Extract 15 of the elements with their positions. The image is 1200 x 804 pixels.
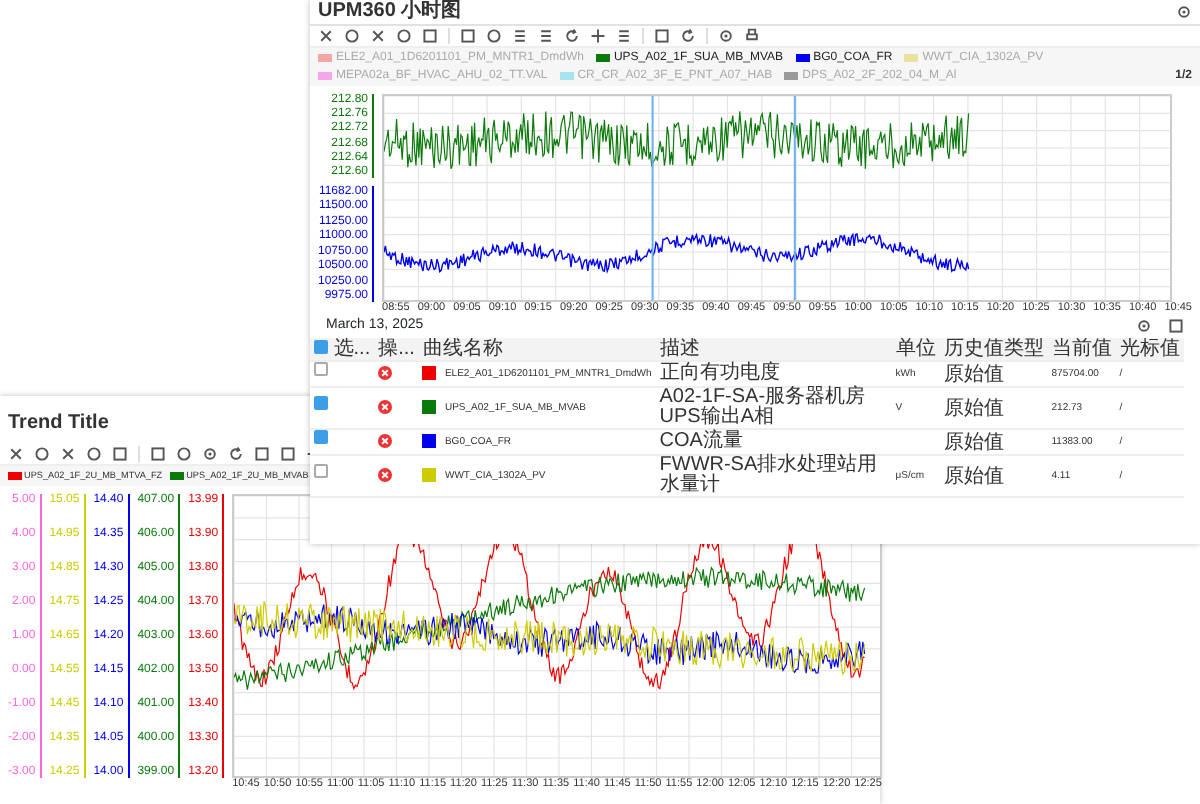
table-cell: 原始值 <box>943 431 1004 453</box>
table-cell: 原始值 <box>943 397 1004 419</box>
table-cell: COA流量 <box>659 430 743 452</box>
column-header[interactable]: 单位 <box>895 337 936 360</box>
column-header[interactable]: 历史值类型 <box>943 337 1044 360</box>
window-title: Trend Title <box>8 412 109 434</box>
table-cell: A02-1F-SA-服务器机房UPS输出A相 <box>659 386 866 428</box>
table-cell: FWWR-SA排水处理站用水量计 <box>659 454 878 496</box>
column-header[interactable]: 描述 <box>659 337 700 360</box>
column-header[interactable]: 光标值 <box>1119 337 1180 360</box>
table-cell: 正向有功电度 <box>659 362 780 384</box>
column-header[interactable]: 当前值 <box>1051 337 1112 360</box>
table-cell: 原始值 <box>943 465 1004 487</box>
column-header[interactable]: 操... <box>378 337 415 360</box>
table-cell: 原始值 <box>943 363 1004 385</box>
